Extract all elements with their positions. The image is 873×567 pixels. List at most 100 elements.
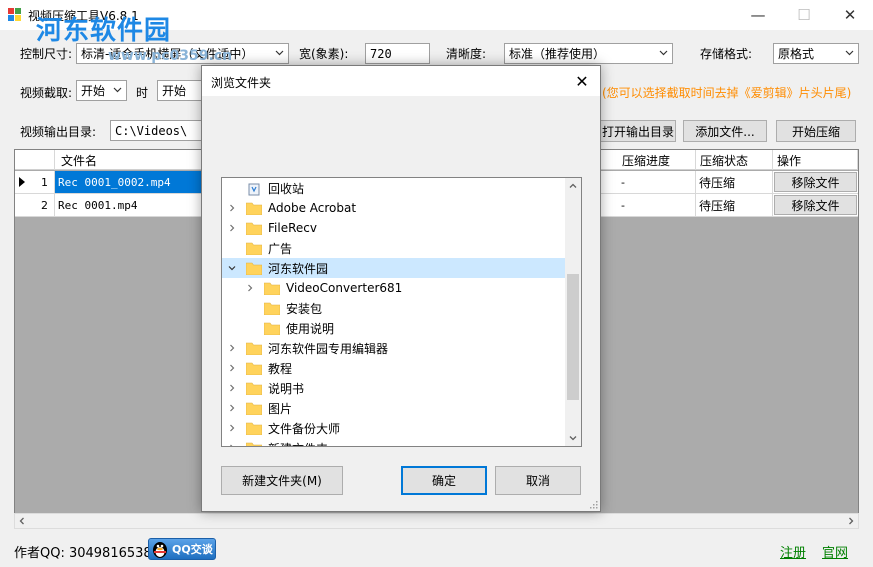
chevron-right-icon[interactable] <box>226 222 238 234</box>
column-header-progress[interactable]: 压缩进度 <box>618 150 696 170</box>
author-qq: 作者QQ: 3049816538 <box>14 546 152 561</box>
folder-icon <box>263 282 281 295</box>
open-output-button[interactable]: 打开输出目录 <box>601 120 676 142</box>
chevron-right-icon[interactable] <box>244 282 256 294</box>
clarity-select-value: 标准（推荐使用） <box>509 47 606 61</box>
tree-item-label: 新建文件夹 <box>268 440 328 447</box>
close-button[interactable]: ✕ <box>827 0 873 30</box>
tree-item[interactable]: 安装包 <box>222 298 565 318</box>
dialog-close-button[interactable]: ✕ <box>570 71 594 91</box>
clarity-label: 清晰度: <box>446 47 487 61</box>
cell-filename[interactable]: Rec 0001_0002.mp4 <box>55 171 202 193</box>
chevron-right-icon[interactable] <box>226 202 238 214</box>
cell-status: 待压缩 <box>696 171 773 193</box>
format-label: 存储格式: <box>700 47 753 61</box>
folder-icon <box>263 302 281 315</box>
output-dir-input[interactable]: C:\Videos\ <box>110 120 202 141</box>
folder-icon <box>245 362 263 375</box>
qq-penguin-icon <box>153 542 167 558</box>
folder-icon <box>245 242 263 255</box>
chevron-down-icon <box>845 50 854 56</box>
cell-progress: - <box>618 194 696 216</box>
dialog-title-bar: 浏览文件夹 ✕ <box>202 66 600 96</box>
chevron-right-icon[interactable] <box>226 442 238 446</box>
column-header-status[interactable]: 压缩状态 <box>696 150 773 170</box>
row-header: 2 <box>15 194 55 216</box>
format-select-value: 原格式 <box>778 47 815 61</box>
chevron-right-icon[interactable] <box>226 342 238 354</box>
width-input[interactable]: 720 <box>365 43 430 64</box>
tree-item-label: 广告 <box>268 241 293 256</box>
chevron-down-icon <box>275 50 284 56</box>
dialog-title: 浏览文件夹 <box>211 76 272 90</box>
row-index: 1 <box>41 175 48 189</box>
clip-time-label: 时 <box>136 86 149 100</box>
new-folder-button[interactable]: 新建文件夹(M) <box>221 466 343 495</box>
folder-icon <box>245 202 263 215</box>
format-select[interactable]: 原格式 <box>773 43 859 64</box>
folder-tree[interactable]: 回收站 Adobe Acrobat FileRecv 广告河东软件园 VideoConv… <box>221 177 582 447</box>
title-bar: 视频压缩工具V6.8.1 河东软件园 — ☐ ✕ <box>0 0 873 46</box>
minimize-button[interactable]: — <box>735 0 781 30</box>
qq-chat-label: QQ交谈 <box>172 543 213 556</box>
tree-vertical-scrollbar[interactable] <box>565 178 581 446</box>
tree-item-label: VideoConverter681 <box>286 281 403 295</box>
cell-filename[interactable]: Rec 0001.mp4 <box>55 194 202 216</box>
tree-item[interactable]: 广告 <box>222 238 565 258</box>
clip-start2-select[interactable]: 开始 <box>157 80 203 101</box>
maximize-button[interactable]: ☐ <box>781 0 827 30</box>
row-header: 1 <box>15 171 55 193</box>
app-icon <box>8 8 21 21</box>
folder-icon <box>245 442 263 446</box>
tree-item-label: 回收站 <box>268 181 305 196</box>
tree-item[interactable]: 教程 <box>222 358 565 378</box>
remove-file-button[interactable]: 移除文件 <box>774 195 857 215</box>
close-icon: ✕ <box>575 71 589 91</box>
recycle-bin-icon <box>246 182 262 195</box>
tree-item[interactable]: VideoConverter681 <box>222 278 565 298</box>
folder-icon <box>245 382 263 395</box>
tree-item[interactable]: 文件备份大师 <box>222 418 565 438</box>
tree-item[interactable]: 图片 <box>222 398 565 418</box>
clip-start-select[interactable]: 开始 <box>76 80 127 101</box>
scroll-right-icon[interactable] <box>847 517 855 525</box>
tree-item[interactable]: Adobe Acrobat <box>222 198 565 218</box>
grid-horizontal-scrollbar[interactable] <box>14 513 859 529</box>
add-file-button[interactable]: 添加文件... <box>683 120 767 142</box>
app-window: 视频压缩工具V6.8.1 河东软件园 — ☐ ✕ 控制尺寸: 标清-适合手机横屏… <box>0 0 873 567</box>
folder-icon <box>245 422 263 435</box>
tree-item[interactable]: 回收站 <box>222 178 565 198</box>
chevron-right-icon[interactable] <box>226 362 238 374</box>
remove-file-button[interactable]: 移除文件 <box>774 172 857 192</box>
scroll-down-icon[interactable] <box>569 434 577 442</box>
qq-chat-button[interactable]: QQ交谈 <box>148 538 216 560</box>
tree-item-label: 文件备份大师 <box>268 421 341 436</box>
tree-item[interactable]: 新建文件夹 <box>222 438 565 447</box>
chevron-right-icon[interactable] <box>226 422 238 434</box>
resize-grip-icon[interactable] <box>588 499 598 509</box>
chevron-right-icon[interactable] <box>226 382 238 394</box>
row-index: 2 <box>41 198 48 212</box>
tree-item[interactable]: FileRecv <box>222 218 565 238</box>
ok-button[interactable]: 确定 <box>401 466 487 495</box>
tree-item[interactable]: 说明书 <box>222 378 565 398</box>
tree-item[interactable]: 使用说明 <box>222 318 565 338</box>
chevron-right-icon[interactable] <box>226 402 238 414</box>
column-header-action[interactable]: 操作 <box>773 150 858 170</box>
cancel-button[interactable]: 取消 <box>495 466 581 495</box>
tree-item[interactable]: 河东软件园 <box>222 258 565 278</box>
website-link[interactable]: 官网 <box>822 542 848 561</box>
tree-item-label: FileRecv <box>268 221 317 235</box>
chevron-down-icon[interactable] <box>226 262 238 274</box>
clarity-select[interactable]: 标准（推荐使用） <box>504 43 673 64</box>
scroll-left-icon[interactable] <box>18 517 26 525</box>
tree-item-label: 河东软件园专用编辑器 <box>268 341 389 356</box>
start-compress-button[interactable]: 开始压缩 <box>776 120 856 142</box>
scroll-thumb[interactable] <box>567 274 579 400</box>
tree-item-label: Adobe Acrobat <box>268 201 357 215</box>
tree-item-label: 河东软件园 <box>268 261 329 276</box>
scroll-up-icon[interactable] <box>569 182 577 190</box>
tree-item[interactable]: 河东软件园专用编辑器 <box>222 338 565 358</box>
register-link[interactable]: 注册 <box>780 542 806 561</box>
